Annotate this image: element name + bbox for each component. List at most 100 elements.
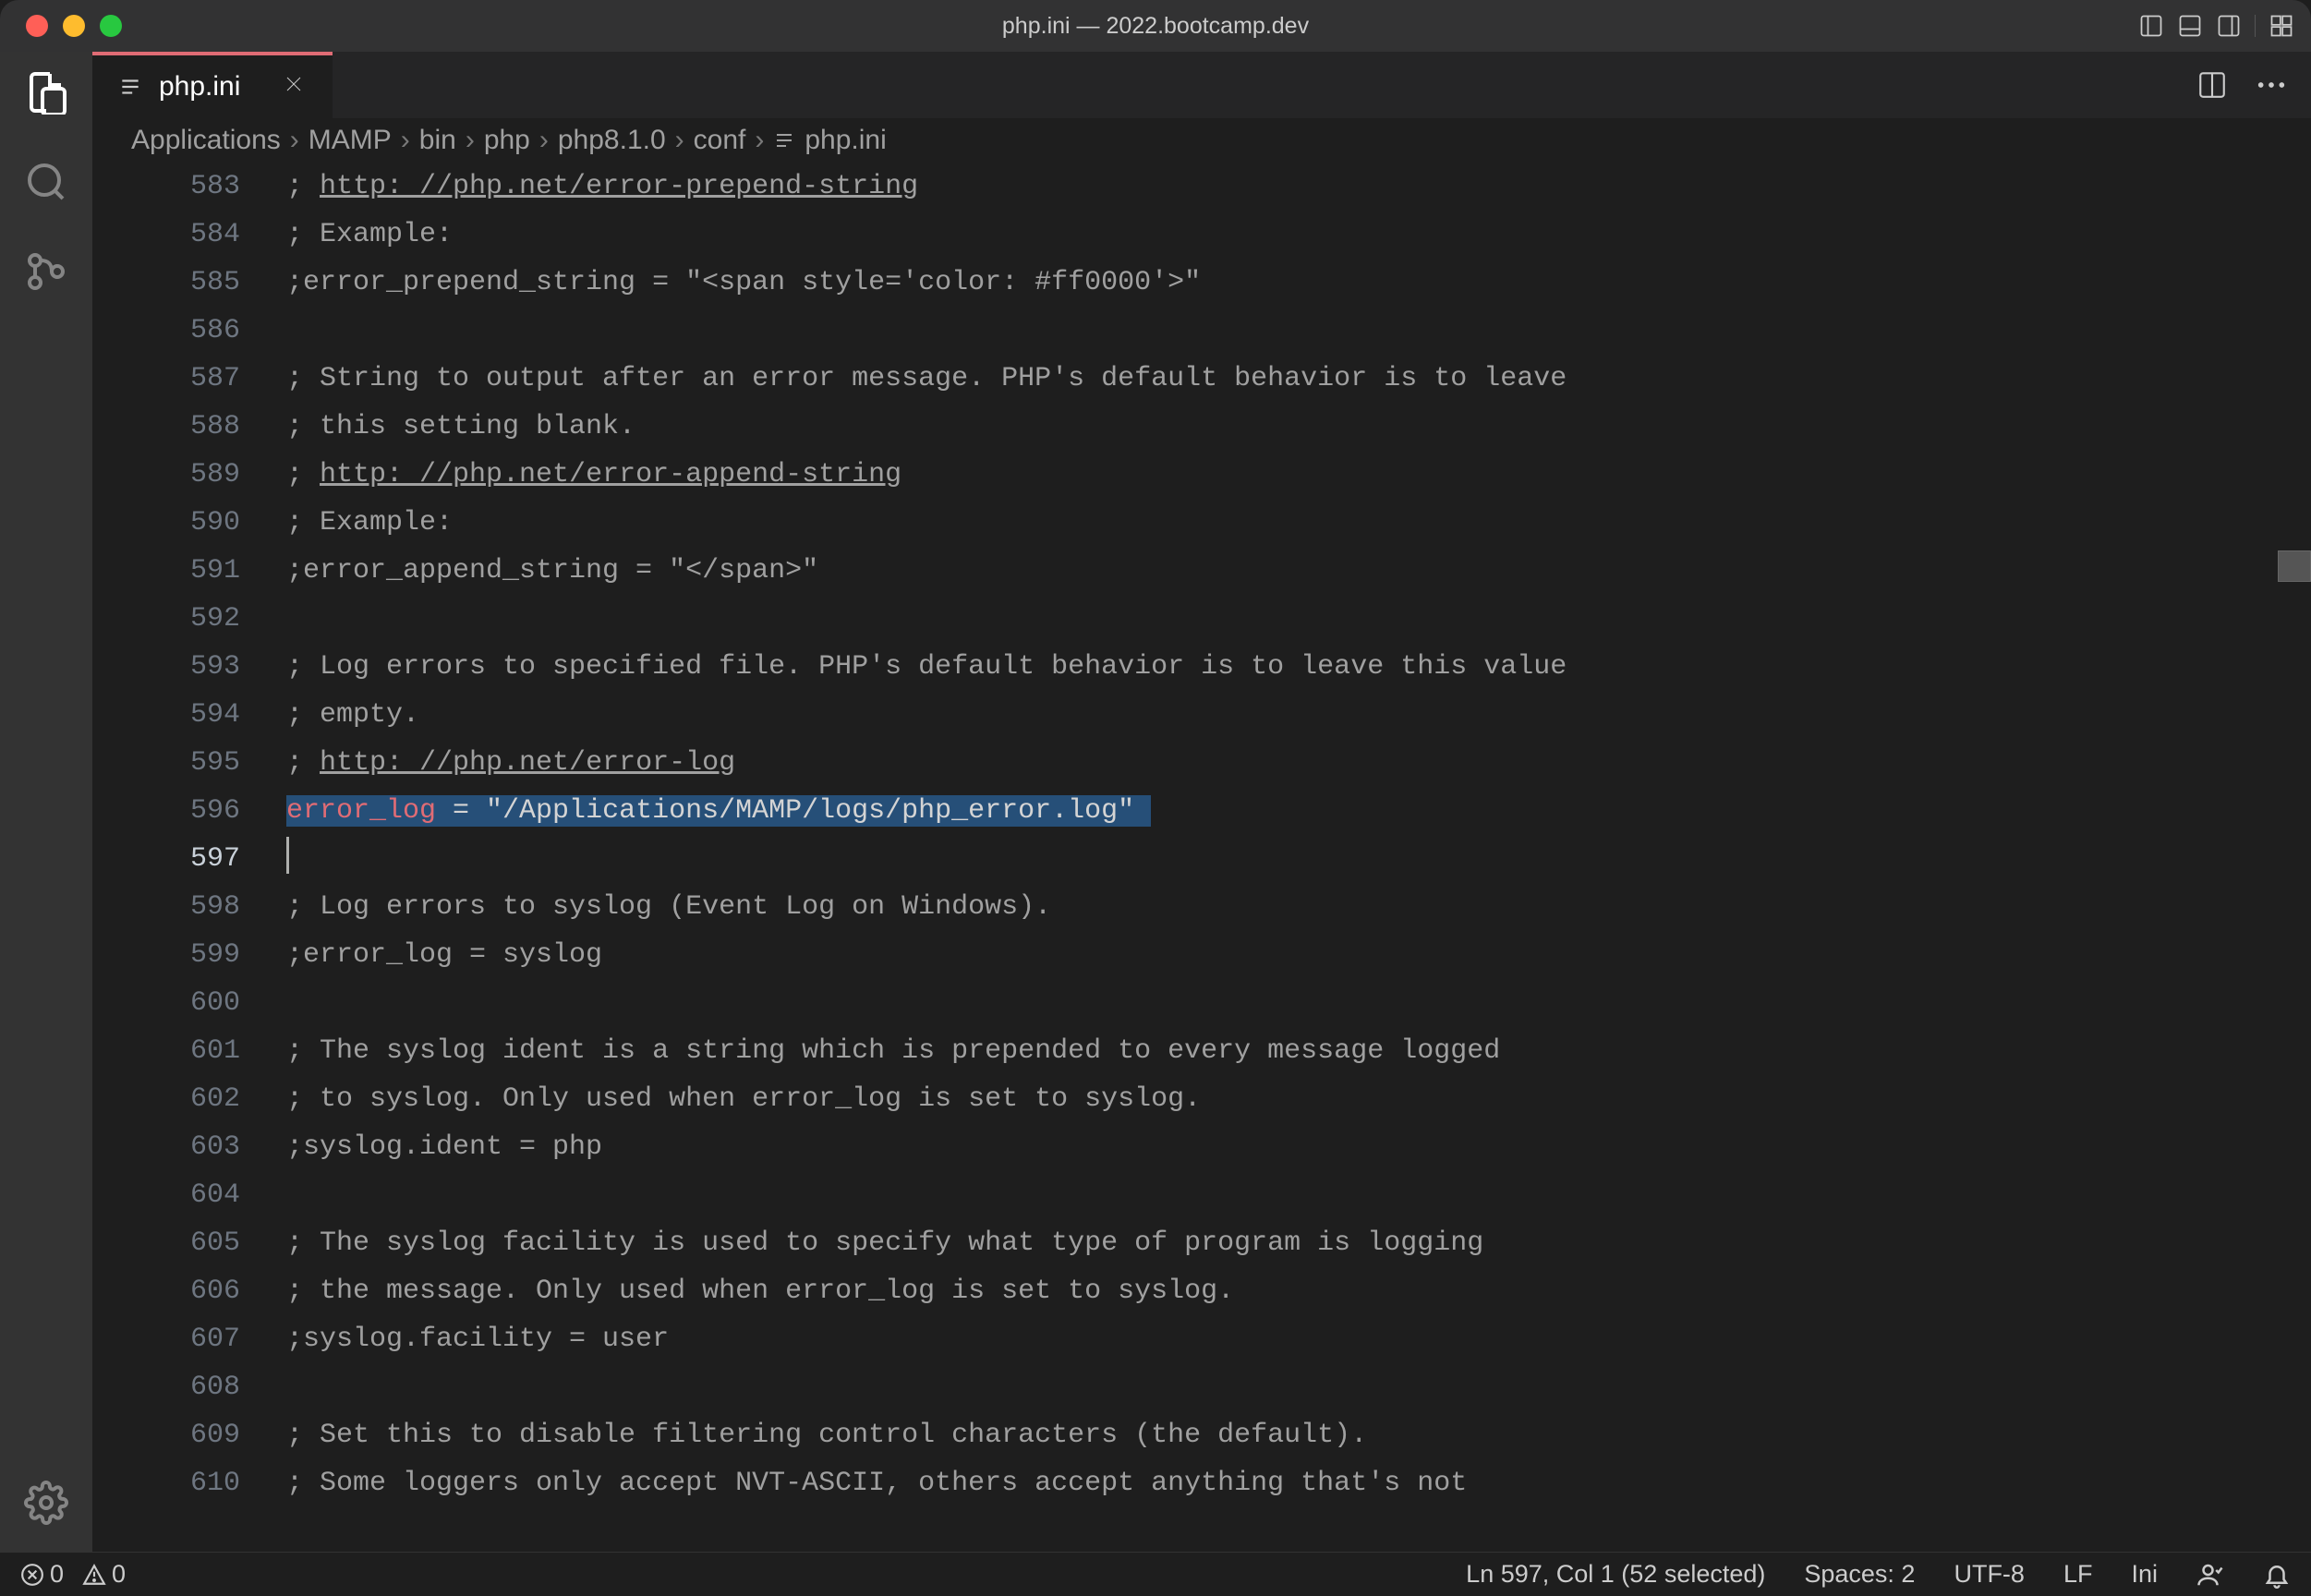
customize-layout-icon[interactable] xyxy=(2269,13,2294,39)
code-line[interactable]: 585;error_prepend_string = "<span style=… xyxy=(92,259,2311,307)
breadcrumb[interactable]: Applications› MAMP› bin› php› php8.1.0› … xyxy=(92,118,2311,163)
line-content[interactable] xyxy=(286,835,289,883)
code-line[interactable]: 584; Example: xyxy=(92,211,2311,259)
code-line[interactable]: 593; Log errors to specified file. PHP's… xyxy=(92,643,2311,691)
line-content[interactable]: ; empty. xyxy=(286,691,419,739)
line-content[interactable]: error_log = "/Applications/MAMP/logs/php… xyxy=(286,787,1151,835)
line-number: 589 xyxy=(92,451,286,499)
code-line[interactable]: 590; Example: xyxy=(92,499,2311,547)
language-mode[interactable]: Ini xyxy=(2131,1560,2158,1589)
code-line[interactable]: 606; the message. Only used when error_l… xyxy=(92,1267,2311,1315)
code-line[interactable]: 588; this setting blank. xyxy=(92,403,2311,451)
layout-controls xyxy=(2138,13,2294,39)
cursor-position[interactable]: Ln 597, Col 1 (52 selected) xyxy=(1466,1560,1765,1589)
breadcrumb-item[interactable]: php xyxy=(484,125,530,156)
source-control-button[interactable] xyxy=(24,249,68,298)
code-line[interactable]: 608 xyxy=(92,1363,2311,1411)
code-line[interactable]: 589; http: //php.net/error-append-string xyxy=(92,451,2311,499)
line-number: 597 xyxy=(92,835,286,883)
code-line[interactable]: 602; to syslog. Only used when error_log… xyxy=(92,1075,2311,1123)
tab-php-ini[interactable]: php.ini xyxy=(92,52,333,118)
close-icon xyxy=(283,73,305,95)
line-number: 609 xyxy=(92,1411,286,1459)
eol[interactable]: LF xyxy=(2063,1560,2093,1589)
code-line[interactable]: 601; The syslog ident is a string which … xyxy=(92,1027,2311,1075)
toggle-panel-icon[interactable] xyxy=(2177,13,2203,39)
code-line[interactable]: 598; Log errors to syslog (Event Log on … xyxy=(92,883,2311,931)
split-editor-icon[interactable] xyxy=(2196,69,2228,101)
line-content[interactable]: ; String to output after an error messag… xyxy=(286,355,1567,403)
code-line[interactable]: 592 xyxy=(92,595,2311,643)
code-line[interactable]: 583; http: //php.net/error-prepend-strin… xyxy=(92,163,2311,211)
code-line[interactable]: 603;syslog.ident = php xyxy=(92,1123,2311,1171)
line-content[interactable]: ; Log errors to specified file. PHP's de… xyxy=(286,643,1567,691)
code-editor[interactable]: 583; http: //php.net/error-prepend-strin… xyxy=(92,163,2311,1552)
settings-button[interactable] xyxy=(24,1481,68,1530)
errors-indicator[interactable]: 0 xyxy=(20,1560,64,1589)
code-line[interactable]: 610; Some loggers only accept NVT-ASCII,… xyxy=(92,1459,2311,1507)
line-number: 596 xyxy=(92,787,286,835)
line-content[interactable]: ;error_log = syslog xyxy=(286,931,602,979)
line-number: 603 xyxy=(92,1123,286,1171)
breadcrumb-item[interactable]: bin xyxy=(419,125,456,156)
line-content[interactable]: ; Set this to disable filtering control … xyxy=(286,1411,1367,1459)
line-number: 594 xyxy=(92,691,286,739)
error-icon xyxy=(20,1563,44,1587)
breadcrumb-file[interactable]: php.ini xyxy=(805,125,886,156)
breadcrumb-item[interactable]: conf xyxy=(694,125,746,156)
line-number: 599 xyxy=(92,931,286,979)
editor-area: php.ini Applications› MAMP› bin› php› ph… xyxy=(92,52,2311,1552)
indentation[interactable]: Spaces: 2 xyxy=(1804,1560,1915,1589)
code-line[interactable]: 597 xyxy=(92,835,2311,883)
code-line[interactable]: 599;error_log = syslog xyxy=(92,931,2311,979)
line-content[interactable]: ; to syslog. Only used when error_log is… xyxy=(286,1075,1201,1123)
more-actions-icon[interactable] xyxy=(2256,80,2287,90)
line-content[interactable]: ; http: //php.net/error-log xyxy=(286,739,735,787)
breadcrumb-item[interactable]: MAMP xyxy=(309,125,392,156)
line-content[interactable]: ; http: //php.net/error-append-string xyxy=(286,451,901,499)
code-line[interactable]: 596error_log = "/Applications/MAMP/logs/… xyxy=(92,787,2311,835)
line-content[interactable]: ; Log errors to syslog (Event Log on Win… xyxy=(286,883,1051,931)
toggle-primary-sidebar-icon[interactable] xyxy=(2138,13,2164,39)
line-content[interactable]: ;error_append_string = "</span>" xyxy=(286,547,818,595)
ini-file-icon xyxy=(773,129,795,151)
line-content[interactable]: ;syslog.facility = user xyxy=(286,1315,669,1363)
code-line[interactable]: 594; empty. xyxy=(92,691,2311,739)
code-line[interactable]: 587; String to output after an error mes… xyxy=(92,355,2311,403)
code-line[interactable]: 595; http: //php.net/error-log xyxy=(92,739,2311,787)
breadcrumb-item[interactable]: Applications xyxy=(131,125,281,156)
line-content[interactable]: ; http: //php.net/error-prepend-string xyxy=(286,163,918,211)
line-number: 592 xyxy=(92,595,286,643)
line-content[interactable]: ; Example: xyxy=(286,499,453,547)
line-content[interactable]: ; the message. Only used when error_log … xyxy=(286,1267,1234,1315)
warnings-indicator[interactable]: 0 xyxy=(82,1560,126,1589)
feedback-icon[interactable] xyxy=(2196,1561,2224,1589)
line-content[interactable]: ;error_prepend_string = "<span style='co… xyxy=(286,259,1201,307)
code-line[interactable]: 607;syslog.facility = user xyxy=(92,1315,2311,1363)
encoding[interactable]: UTF-8 xyxy=(1954,1560,2025,1589)
code-line[interactable]: 609; Set this to disable filtering contr… xyxy=(92,1411,2311,1459)
line-number: 601 xyxy=(92,1027,286,1075)
notifications-icon[interactable] xyxy=(2263,1561,2291,1589)
close-tab-button[interactable] xyxy=(283,71,305,103)
code-line[interactable]: 591;error_append_string = "</span>" xyxy=(92,547,2311,595)
tab-filename: php.ini xyxy=(159,71,240,103)
line-number: 602 xyxy=(92,1075,286,1123)
minimap-viewport-indicator[interactable] xyxy=(2278,550,2311,582)
line-content[interactable]: ; Example: xyxy=(286,211,453,259)
code-line[interactable]: 600 xyxy=(92,979,2311,1027)
line-content[interactable]: ; The syslog facility is used to specify… xyxy=(286,1219,1483,1267)
line-content[interactable]: ;syslog.ident = php xyxy=(286,1123,602,1171)
code-line[interactable]: 604 xyxy=(92,1171,2311,1219)
code-line[interactable]: 586 xyxy=(92,307,2311,355)
warning-icon xyxy=(82,1563,106,1587)
explorer-button[interactable] xyxy=(24,70,68,119)
line-content[interactable]: ; The syslog ident is a string which is … xyxy=(286,1027,1500,1075)
code-line[interactable]: 605; The syslog facility is used to spec… xyxy=(92,1219,2311,1267)
breadcrumb-item[interactable]: php8.1.0 xyxy=(558,125,666,156)
line-content[interactable]: ; Some loggers only accept NVT-ASCII, ot… xyxy=(286,1459,1467,1507)
line-content[interactable]: ; this setting blank. xyxy=(286,403,635,451)
toggle-secondary-sidebar-icon[interactable] xyxy=(2216,13,2242,39)
line-number: 585 xyxy=(92,259,286,307)
search-button[interactable] xyxy=(24,160,68,209)
